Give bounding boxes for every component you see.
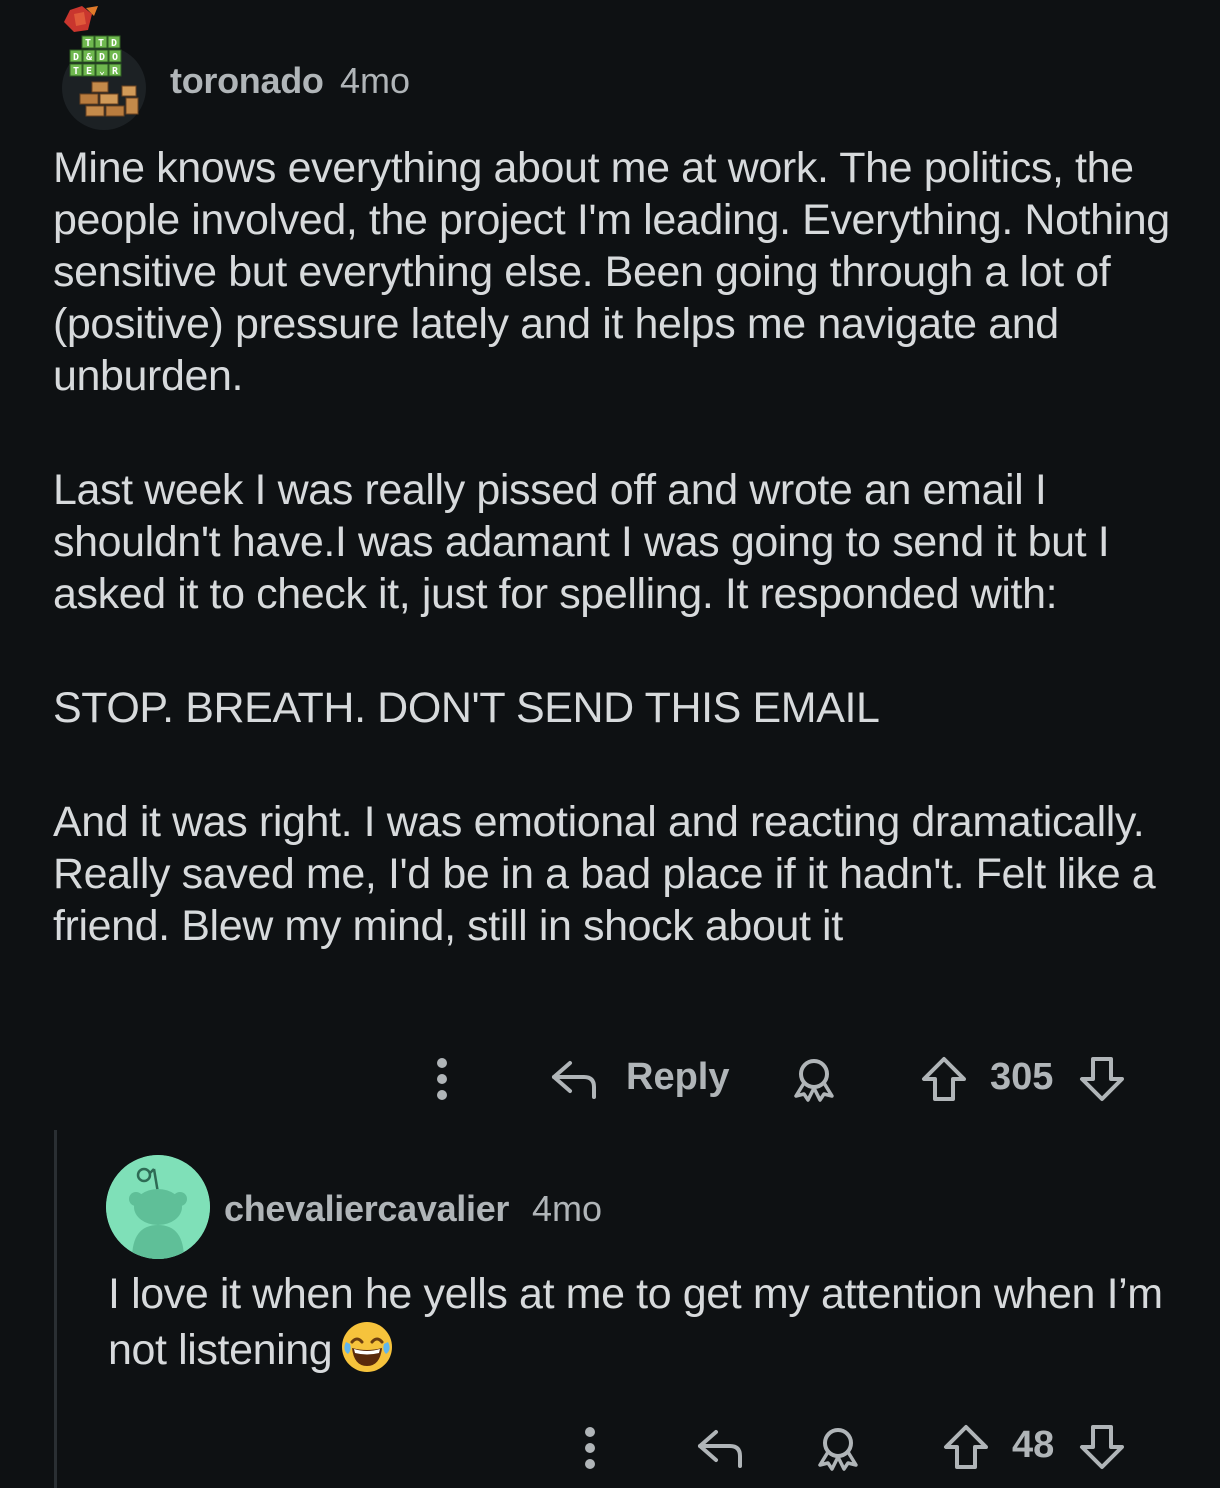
reply-reply-icon[interactable]: [692, 1424, 748, 1472]
vote-count: 305: [990, 1056, 1054, 1098]
upvote-icon[interactable]: [918, 1054, 970, 1104]
reply-upvote-icon[interactable]: [940, 1422, 992, 1472]
svg-text:T: T: [73, 66, 79, 77]
svg-text:E: E: [86, 66, 92, 77]
reply-downvote-icon[interactable]: [1076, 1422, 1128, 1472]
award-icon[interactable]: [786, 1056, 842, 1102]
reply-avatar[interactable]: [106, 1155, 210, 1259]
reply-button[interactable]: Reply: [626, 1056, 729, 1099]
comment-header: T T D D & D O T E ⌄ R toronado 4mo: [0, 0, 1220, 140]
d20-die-icon: [64, 6, 98, 32]
comment-paragraph-4: And it was right. I was emotional and re…: [53, 798, 1156, 950]
comment-author[interactable]: toronado: [170, 60, 324, 102]
svg-text:D: D: [111, 38, 117, 49]
reply-action-bar: 48: [0, 1418, 1220, 1478]
letter-tiles-logo: T T D D & D O T E ⌄ R: [69, 35, 122, 77]
svg-text:⌄: ⌄: [99, 66, 105, 77]
downvote-icon[interactable]: [1076, 1054, 1128, 1104]
svg-text:D: D: [99, 52, 105, 63]
reply-more-options-icon[interactable]: [572, 1424, 608, 1472]
svg-text:T: T: [98, 38, 104, 49]
reply-vote-count: 48: [1012, 1424, 1055, 1466]
reply-author[interactable]: chevaliercavalier: [224, 1188, 509, 1230]
comment-age: 4mo: [340, 60, 411, 101]
reply-award-icon[interactable]: [810, 1424, 866, 1472]
more-options-icon[interactable]: [424, 1056, 460, 1102]
svg-text:T: T: [85, 38, 91, 49]
comment-paragraph-3: STOP. BREATH. DON'T SEND THIS EMAIL: [53, 684, 880, 732]
reply-text: I love it when he yells at me to get my …: [108, 1270, 1163, 1374]
comment-action-bar: Reply 305: [0, 1048, 1220, 1108]
snoo-avatar-icon: [106, 1155, 210, 1259]
reply-age: 4mo: [532, 1188, 603, 1229]
reply-text-block: I love it when he yells at me to get my …: [108, 1268, 1188, 1376]
laughing-emoji-icon: [340, 1320, 394, 1374]
comment-paragraph-1: Mine knows everything about me at work. …: [53, 144, 1170, 400]
user-avatar[interactable]: T T D D & D O T E ⌄ R: [56, 6, 156, 130]
reply-icon[interactable]: [546, 1056, 602, 1102]
svg-text:O: O: [112, 52, 118, 63]
svg-text:D: D: [73, 52, 79, 63]
svg-text:&: &: [86, 52, 93, 63]
comment-paragraph-2: Last week I was really pissed off and wr…: [53, 466, 1110, 618]
svg-text:R: R: [112, 66, 119, 77]
